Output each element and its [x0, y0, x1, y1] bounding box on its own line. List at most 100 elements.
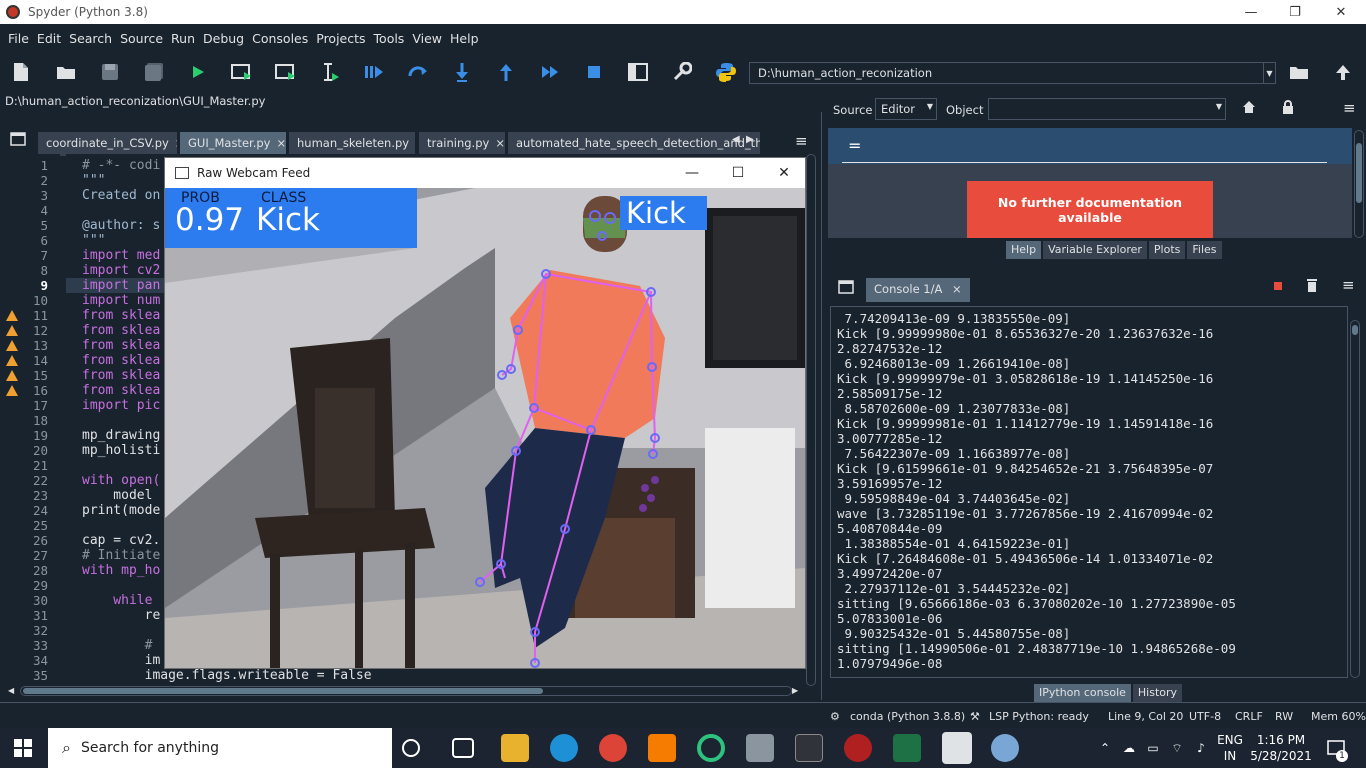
- open-folder-icon[interactable]: [54, 60, 78, 84]
- wifi-icon[interactable]: ⌔: [1168, 728, 1186, 768]
- paint-icon[interactable]: [991, 734, 1019, 762]
- edge-icon[interactable]: [550, 734, 578, 762]
- menu-help[interactable]: Help: [446, 31, 483, 46]
- tab-scroll-right-icon[interactable]: ▶: [746, 134, 754, 145]
- menu-source[interactable]: Source: [116, 31, 167, 46]
- maximize-button[interactable]: ☐: [715, 158, 761, 188]
- lock-icon[interactable]: [1282, 100, 1294, 117]
- maximize-pane-icon[interactable]: [626, 60, 650, 84]
- hamburger-menu-icon[interactable]: ≡: [795, 132, 808, 150]
- close-tab-icon[interactable]: ×: [952, 282, 962, 296]
- scroll-right-icon[interactable]: ▶: [792, 686, 798, 695]
- hamburger-menu-icon[interactable]: ≡: [1343, 99, 1356, 117]
- browse-tabs-icon[interactable]: [838, 280, 854, 297]
- tab-scroll-left-icon[interactable]: ◀: [732, 134, 740, 145]
- browse-directory-icon[interactable]: [1287, 60, 1311, 84]
- stop-icon[interactable]: [582, 60, 606, 84]
- tab-ipython-console[interactable]: IPython console: [1034, 684, 1131, 702]
- help-vertical-scrollbar[interactable]: [1354, 130, 1364, 238]
- console-vertical-scrollbar[interactable]: [1350, 320, 1360, 678]
- clear-console-icon[interactable]: [1306, 278, 1318, 295]
- tab-plots[interactable]: Plots: [1148, 241, 1186, 259]
- minimize-button[interactable]: —: [669, 158, 715, 188]
- step-return-icon[interactable]: [494, 60, 518, 84]
- app-icon[interactable]: [746, 734, 774, 762]
- warning-icon[interactable]: [6, 325, 18, 336]
- cortana-icon[interactable]: [402, 739, 420, 757]
- notification-center[interactable]: 1: [1322, 728, 1350, 768]
- editor-vertical-scrollbar[interactable]: [806, 154, 816, 686]
- chevron-up-icon[interactable]: ⌃: [1096, 728, 1114, 768]
- parent-directory-icon[interactable]: [1331, 60, 1355, 84]
- tab-console-1a[interactable]: Console 1/A ×: [866, 278, 970, 302]
- warning-icon[interactable]: [6, 340, 18, 351]
- terminal-icon[interactable]: [795, 734, 823, 762]
- restore-button[interactable]: ❐: [1272, 0, 1318, 24]
- editor-horizontal-scrollbar[interactable]: [20, 686, 792, 696]
- close-button[interactable]: ✕: [761, 158, 807, 188]
- new-file-icon[interactable]: [9, 60, 33, 84]
- tab-human-skeleten[interactable]: human_skeleten.py×: [289, 132, 415, 156]
- close-button[interactable]: ✕: [1318, 0, 1364, 24]
- scrollbar-thumb[interactable]: [23, 688, 543, 694]
- xampp-icon[interactable]: [648, 734, 676, 762]
- tab-help[interactable]: Help: [1006, 241, 1042, 259]
- scrollbar-thumb[interactable]: [1356, 143, 1362, 203]
- continue-icon[interactable]: [538, 60, 562, 84]
- language-indicator[interactable]: ENG IN: [1212, 728, 1248, 768]
- tab-coordinate-in-csv[interactable]: coordinate_in_CSV.py ×: [38, 132, 177, 156]
- active-window-icon[interactable]: [942, 732, 972, 764]
- step-into-icon[interactable]: [450, 60, 474, 84]
- python-path-icon[interactable]: [714, 60, 738, 84]
- stop-kernel-icon[interactable]: [1274, 282, 1282, 290]
- close-tab-icon[interactable]: ×: [276, 136, 286, 150]
- file-explorer-icon[interactable]: [501, 734, 529, 762]
- menu-search[interactable]: Search: [65, 31, 116, 46]
- run-cell-advance-icon[interactable]: [274, 60, 298, 84]
- source-combo[interactable]: Editor ▼: [875, 98, 937, 120]
- object-combo[interactable]: ▼: [988, 98, 1226, 120]
- tab-history[interactable]: History: [1132, 684, 1183, 702]
- minimize-button[interactable]: —: [1228, 0, 1274, 24]
- browse-tabs-icon[interactable]: [10, 132, 26, 149]
- step-icon[interactable]: [406, 60, 430, 84]
- menu-run[interactable]: Run: [167, 31, 199, 46]
- menu-view[interactable]: View: [408, 31, 446, 46]
- console-output[interactable]: 7.74209413e-09 9.13835550e-09] Kick [9.99…: [830, 306, 1348, 678]
- run-cell-icon[interactable]: [230, 60, 254, 84]
- save-icon[interactable]: [98, 60, 122, 84]
- excel-icon[interactable]: [893, 734, 921, 762]
- run-icon[interactable]: [186, 60, 210, 84]
- menu-projects[interactable]: Projects: [312, 31, 369, 46]
- save-all-icon[interactable]: [142, 60, 166, 84]
- clock[interactable]: 1:16 PM 5/28/2021: [1250, 728, 1312, 768]
- home-icon[interactable]: [1242, 100, 1256, 117]
- battery-icon[interactable]: ▭: [1144, 728, 1162, 768]
- webcam-window[interactable]: Raw Webcam Feed — ☐ ✕ PROB CLASS 0.97 Ki…: [164, 157, 806, 669]
- warning-icon[interactable]: [6, 385, 18, 396]
- scroll-left-icon[interactable]: ◀: [8, 686, 14, 695]
- tab-variable-explorer[interactable]: Variable Explorer: [1043, 241, 1147, 259]
- anaconda-icon[interactable]: [697, 734, 725, 762]
- tab-files[interactable]: Files: [1187, 241, 1222, 259]
- hamburger-menu-icon[interactable]: ≡: [1342, 276, 1355, 294]
- warning-icon[interactable]: [6, 370, 18, 381]
- task-view-icon[interactable]: [452, 738, 474, 758]
- debug-icon[interactable]: [362, 60, 386, 84]
- scrollbar-thumb[interactable]: [1352, 325, 1358, 335]
- menu-edit[interactable]: Edit: [33, 31, 65, 46]
- preferences-icon[interactable]: [670, 60, 694, 84]
- windows-start-icon[interactable]: [14, 739, 32, 760]
- close-tab-icon[interactable]: ×: [175, 136, 177, 150]
- onedrive-icon[interactable]: ☁: [1120, 728, 1138, 768]
- menu-debug[interactable]: Debug: [199, 31, 248, 46]
- menu-tools[interactable]: Tools: [370, 31, 409, 46]
- chevron-down-icon[interactable]: ▼: [1263, 63, 1275, 83]
- menu-file[interactable]: File: [4, 31, 33, 46]
- spyder-taskbar-icon[interactable]: [844, 734, 872, 762]
- warning-icon[interactable]: [6, 355, 18, 366]
- menu-consoles[interactable]: Consoles: [248, 31, 312, 46]
- warning-icon[interactable]: [6, 310, 18, 321]
- run-selection-icon[interactable]: [318, 60, 342, 84]
- working-directory-combo[interactable]: D:\human_action_reconization ▼: [749, 62, 1276, 84]
